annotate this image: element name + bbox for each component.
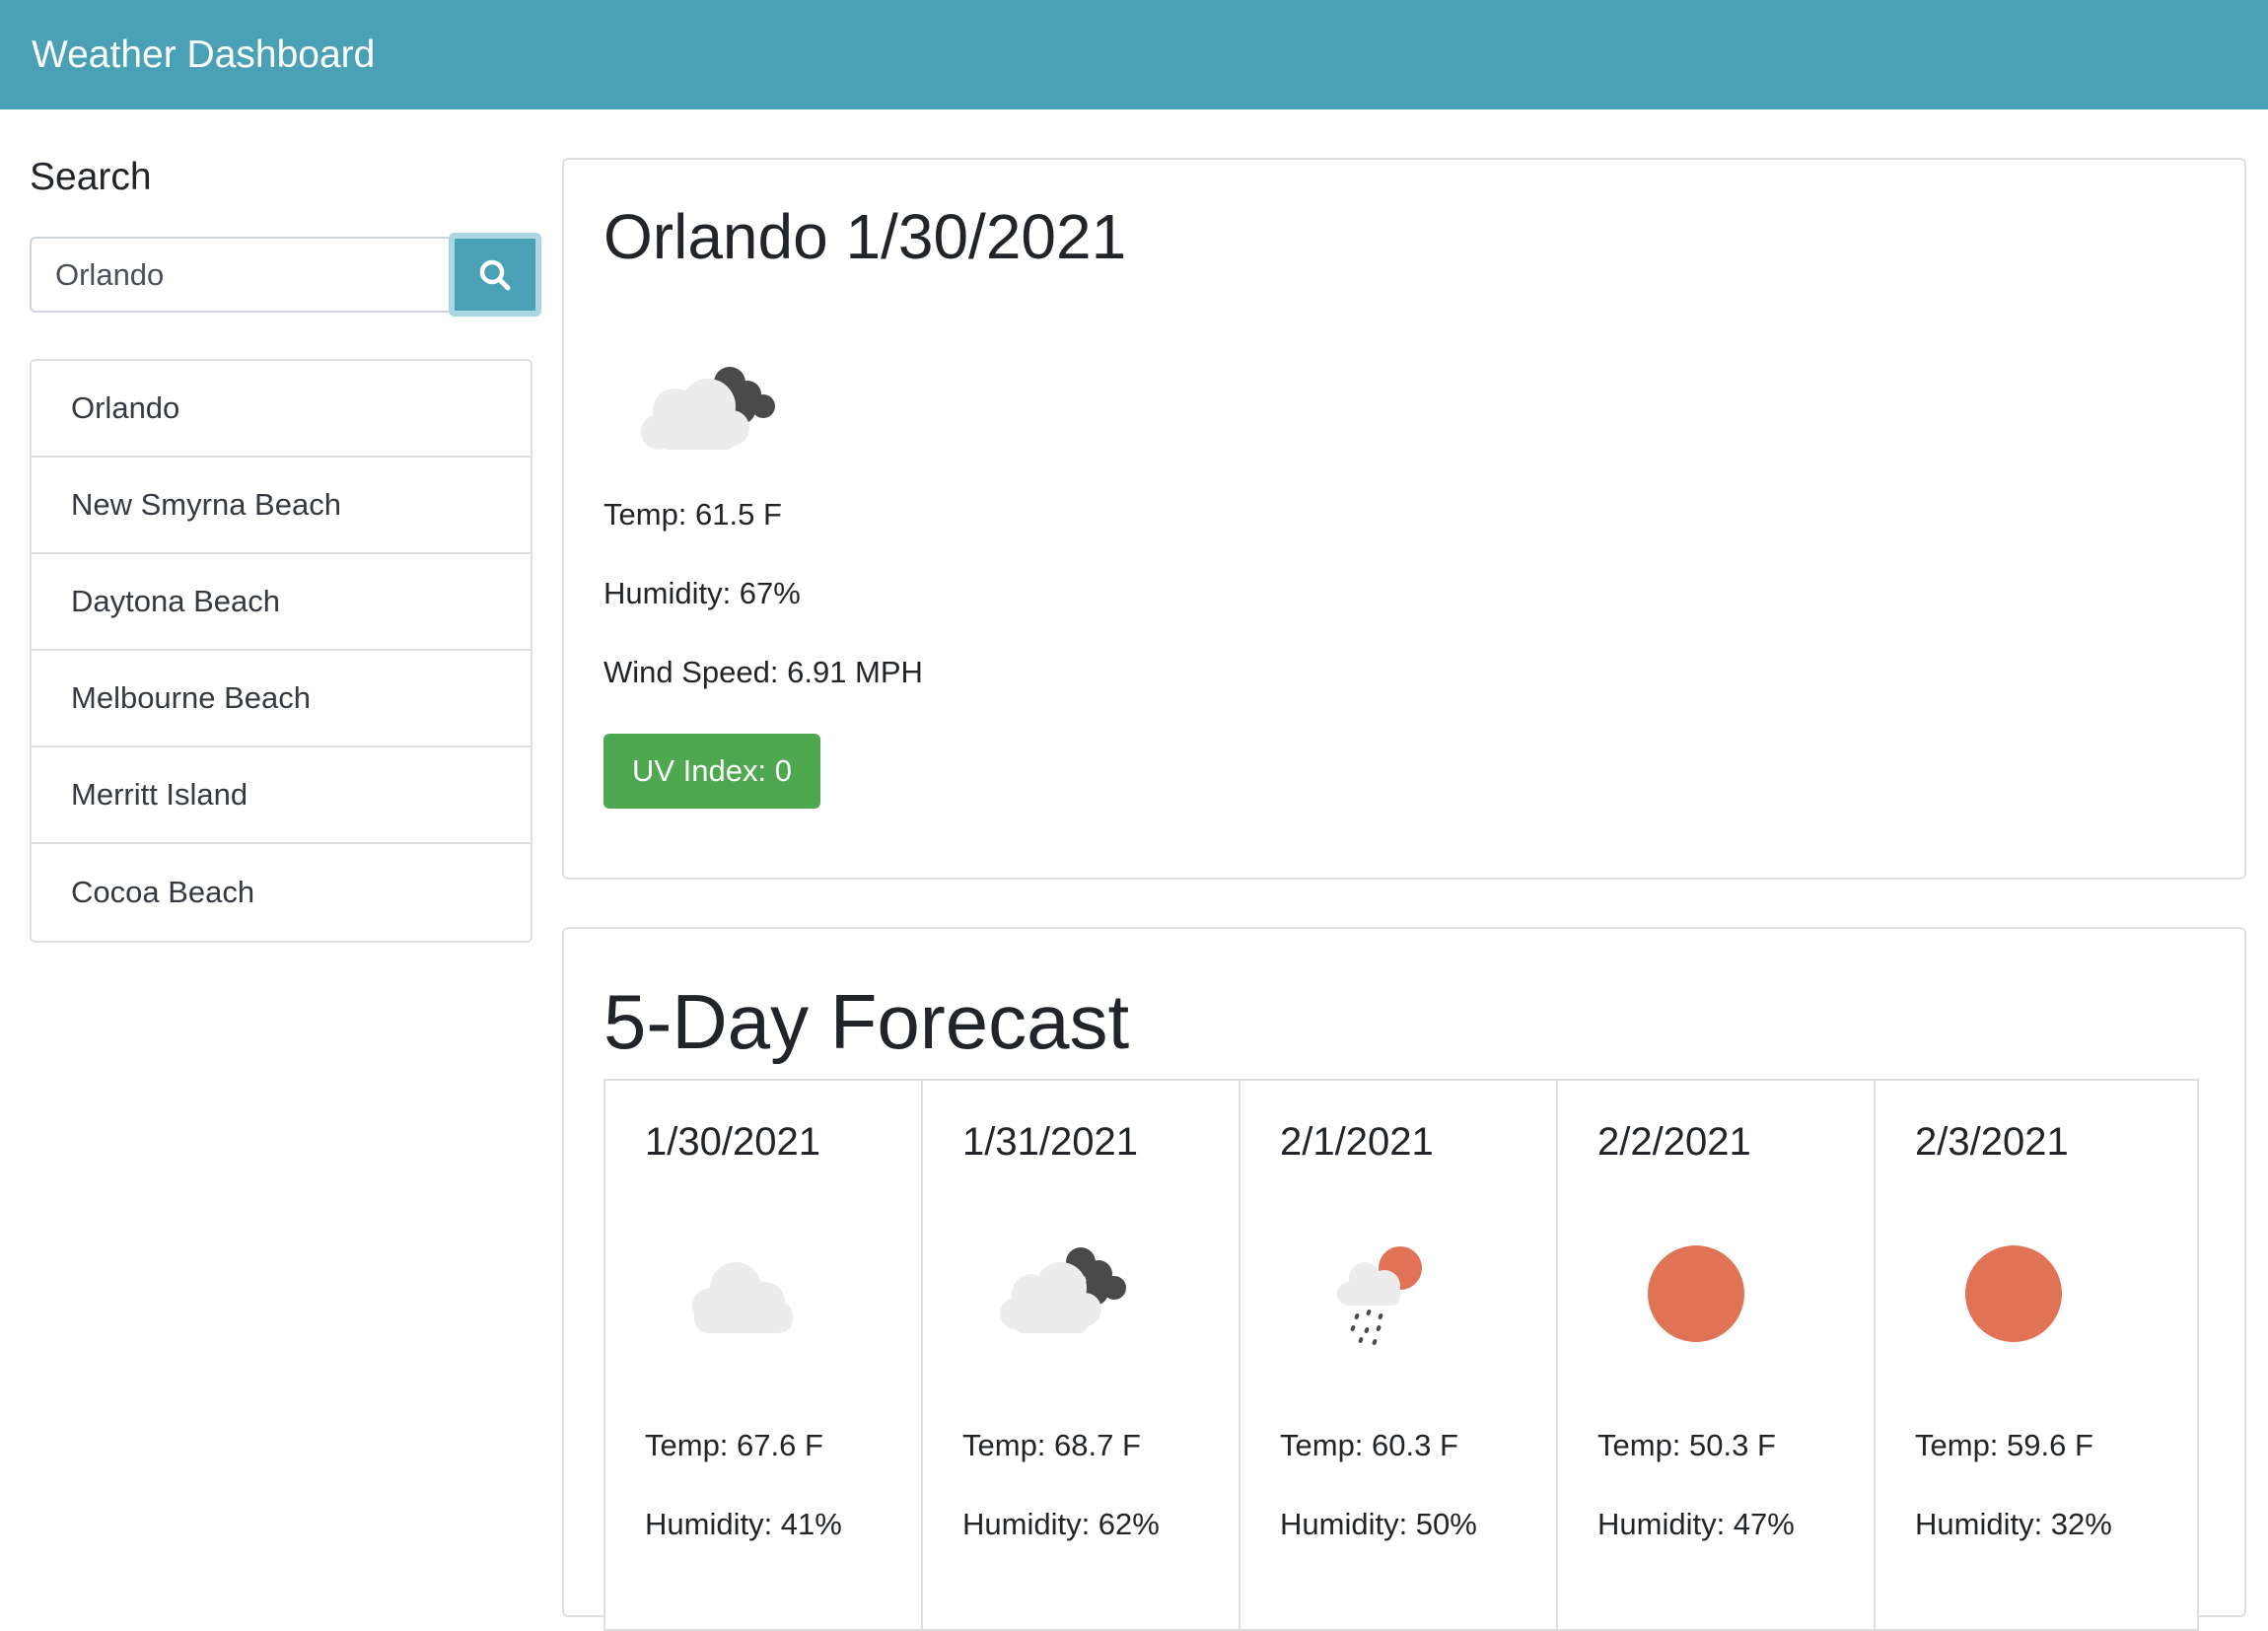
search-heading: Search — [30, 156, 152, 198]
search-input[interactable] — [30, 237, 449, 313]
history-item-daytona-beach[interactable]: Daytona Beach — [32, 554, 531, 651]
history-item-orlando[interactable]: Orlando — [32, 361, 531, 458]
forecast-date: 2/3/2021 — [1915, 1120, 2069, 1164]
forecast-day-card: 2/3/2021 Temp: 59.6 F Humidity: 32% — [1874, 1079, 2199, 1631]
sidebar: Search Orlando New Smyrna Beach Daytona … — [30, 148, 541, 943]
forecast-temp: Temp: 50.3 F — [1597, 1428, 1776, 1462]
sun-icon — [1965, 1245, 2062, 1342]
search-button[interactable] — [449, 233, 541, 317]
current-city-date: Orlando 1/30/2021 — [603, 201, 1127, 272]
forecast-date: 1/31/2021 — [962, 1120, 1138, 1164]
search-form — [30, 233, 541, 317]
current-wind-speed: Wind Speed: 6.91 MPH — [603, 655, 923, 689]
history-item-melbourne-beach[interactable]: Melbourne Beach — [32, 651, 531, 747]
app-title[interactable]: Weather Dashboard — [32, 34, 375, 77]
forecast-humidity: Humidity: 62% — [962, 1507, 1160, 1541]
broken-clouds-icon — [641, 367, 775, 450]
history-item-cocoa-beach[interactable]: Cocoa Beach — [32, 844, 531, 941]
forecast-day-card: 1/31/2021 Temp: 68.7 F Humidity: 62% — [921, 1079, 1239, 1631]
search-history-list: Orlando New Smyrna Beach Daytona Beach M… — [30, 359, 532, 943]
forecast-temp: Temp: 59.6 F — [1915, 1428, 2093, 1462]
current-weather-card: Orlando 1/30/2021 Temp: 61.5 F Humidity:… — [562, 158, 2246, 880]
forecast-date: 2/2/2021 — [1597, 1120, 1751, 1164]
forecast-temp: Temp: 67.6 F — [645, 1428, 823, 1462]
forecast-date: 1/30/2021 — [645, 1120, 820, 1164]
broken-clouds-icon — [1000, 1247, 1126, 1333]
history-item-new-smyrna-beach[interactable]: New Smyrna Beach — [32, 458, 531, 554]
forecast-row: 1/30/2021 Temp: 67.6 F Humidity: 41% 1/3… — [603, 1079, 2201, 1631]
forecast-card: 5-Day Forecast 1/30/2021 Temp: 67.6 F Hu… — [562, 927, 2246, 1631]
history-item-merritt-island[interactable]: Merritt Island — [32, 747, 531, 844]
forecast-temp: Temp: 68.7 F — [962, 1428, 1141, 1462]
uv-index-badge: UV Index: 0 — [603, 734, 820, 809]
forecast-day-card: 2/2/2021 Temp: 50.3 F Humidity: 47% — [1556, 1079, 1874, 1631]
rain-sun-icon — [1337, 1246, 1422, 1345]
forecast-temp: Temp: 60.3 F — [1280, 1428, 1458, 1462]
navbar: Weather Dashboard — [0, 0, 2268, 109]
forecast-humidity: Humidity: 41% — [645, 1507, 842, 1541]
current-humidity: Humidity: 67% — [603, 576, 801, 610]
search-icon — [479, 259, 511, 290]
cloud-icon — [692, 1262, 793, 1333]
forecast-heading: 5-Day Forecast — [603, 978, 1130, 1065]
forecast-humidity: Humidity: 47% — [1597, 1507, 1795, 1541]
forecast-day-card: 2/1/2021 Temp: 60.3 F Humidity: 50% — [1239, 1079, 1556, 1631]
current-temp: Temp: 61.5 F — [603, 497, 782, 532]
forecast-humidity: Humidity: 32% — [1915, 1507, 2112, 1541]
forecast-day-card: 1/30/2021 Temp: 67.6 F Humidity: 41% — [603, 1079, 921, 1631]
forecast-date: 2/1/2021 — [1280, 1120, 1434, 1164]
sun-icon — [1648, 1245, 1744, 1342]
forecast-humidity: Humidity: 50% — [1280, 1507, 1477, 1541]
